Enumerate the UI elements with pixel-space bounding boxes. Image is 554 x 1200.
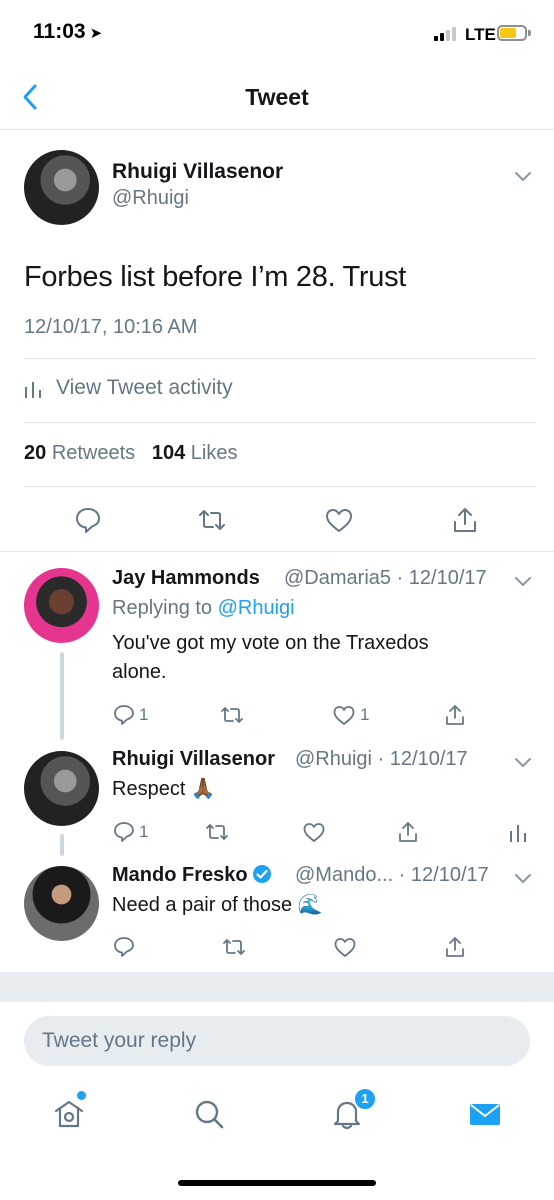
share-icon[interactable]	[450, 505, 480, 535]
reply-text: You've got my vote on the Traxedos alone…	[112, 629, 429, 687]
divider	[0, 551, 554, 552]
retweet-icon[interactable]	[222, 935, 246, 959]
tweet-timestamp: 12/10/17, 10:16 AM	[24, 316, 198, 338]
reply-author-name[interactable]: Jay Hammonds	[112, 567, 260, 590]
messages-icon[interactable]	[468, 1097, 502, 1131]
reply-placeholder: Tweet your reply	[42, 1029, 197, 1052]
tweet-text: Forbes list before I’m 28. Trust	[24, 261, 407, 293]
verified-icon	[252, 864, 272, 884]
nav-bar: Tweet	[0, 66, 554, 130]
reply-meta: @Mando... · 12/10/17	[295, 864, 489, 887]
retweet-icon[interactable]	[205, 820, 229, 844]
chevron-down-icon[interactable]	[514, 575, 532, 587]
share-icon[interactable]	[443, 703, 467, 727]
like-count[interactable]: 104	[152, 442, 185, 464]
reply-count: 1	[139, 822, 149, 841]
avatar[interactable]	[24, 568, 99, 643]
reply-count: 1	[139, 705, 149, 724]
search-icon[interactable]	[192, 1097, 226, 1131]
reply-text: Respect 🙏🏾	[112, 778, 216, 800]
reply-icon[interactable]	[73, 505, 103, 535]
reply-author-name[interactable]: Mando Fresko	[112, 864, 272, 887]
thread-line	[60, 652, 64, 740]
reply-date: · 12/10/17	[396, 567, 487, 589]
status-bar: 11:03 ➤ LTE	[0, 0, 554, 66]
battery-cap	[528, 30, 531, 36]
home-icon[interactable]	[52, 1097, 86, 1131]
reply-author-handle[interactable]: @Mando...	[295, 864, 393, 886]
chevron-down-icon[interactable]	[514, 756, 532, 768]
like-label[interactable]: Likes	[191, 442, 238, 464]
reply-text: Need a pair of those 🌊	[112, 894, 323, 916]
author-handle[interactable]: @Rhuigi	[112, 187, 189, 210]
replying-to-handle[interactable]: @Rhuigi	[218, 597, 295, 619]
reply-author-handle[interactable]: @Damaria5	[284, 567, 391, 589]
battery-icon	[497, 25, 527, 41]
reply-author-name[interactable]: Rhuigi Villasenor	[112, 748, 275, 771]
reply-meta: @Rhuigi · 12/10/17	[295, 748, 468, 771]
like-icon[interactable]	[333, 935, 357, 959]
avatar[interactable]	[24, 150, 99, 225]
thread-line	[60, 834, 64, 856]
location-arrow-icon: ➤	[89, 25, 103, 42]
clock-text: 11:03	[33, 20, 86, 43]
end-of-thread-band	[0, 972, 554, 1002]
chevron-down-icon[interactable]	[514, 872, 532, 884]
reply-icon[interactable]	[112, 935, 136, 959]
like-icon[interactable]	[324, 505, 354, 535]
stats-icon	[24, 380, 42, 398]
like-count: 1	[360, 705, 370, 724]
reply-author-name-text: Mando Fresko	[112, 864, 248, 886]
avatar[interactable]	[24, 866, 99, 941]
author-name[interactable]: Rhuigi Villasenor	[112, 160, 283, 184]
retweet-icon[interactable]	[220, 703, 244, 727]
chevron-down-icon[interactable]	[514, 170, 532, 182]
reply-date: · 12/10/17	[398, 864, 489, 886]
divider	[24, 422, 536, 423]
reply-author-handle[interactable]: @Rhuigi	[295, 748, 372, 770]
retweet-icon[interactable]	[197, 505, 227, 535]
replying-to: Replying to @Rhuigi	[112, 597, 295, 620]
view-activity-label: View Tweet activity	[56, 376, 233, 399]
reply-icon[interactable]	[112, 820, 136, 844]
home-indicator	[178, 1180, 376, 1186]
carrier-label: LTE	[465, 25, 496, 44]
reply-text-line: You've got my vote on the Traxedos	[112, 632, 429, 654]
reply-input[interactable]: Tweet your reply	[24, 1016, 530, 1066]
engagement-counts: 20 Retweets 104 Likes	[24, 442, 238, 465]
status-time: 11:03 ➤	[33, 20, 102, 44]
signal-icon	[434, 27, 462, 41]
reply-date: · 12/10/17	[377, 748, 468, 770]
reply-meta: @Damaria5 · 12/10/17	[284, 567, 487, 590]
page-title: Tweet	[245, 84, 309, 110]
avatar[interactable]	[24, 751, 99, 826]
stats-icon[interactable]	[506, 820, 530, 844]
reply-icon[interactable]	[112, 703, 136, 727]
notifications-badge: 1	[353, 1087, 377, 1111]
reply-text-line: alone.	[112, 661, 167, 683]
like-icon[interactable]	[332, 703, 356, 727]
divider	[24, 358, 536, 359]
like-icon[interactable]	[302, 820, 326, 844]
home-badge-dot	[77, 1091, 86, 1100]
retweet-count[interactable]: 20	[24, 442, 46, 464]
share-icon[interactable]	[396, 820, 420, 844]
retweet-label[interactable]: Retweets	[52, 442, 135, 464]
divider	[24, 486, 536, 487]
share-icon[interactable]	[443, 935, 467, 959]
replying-to-label: Replying to	[112, 597, 213, 619]
